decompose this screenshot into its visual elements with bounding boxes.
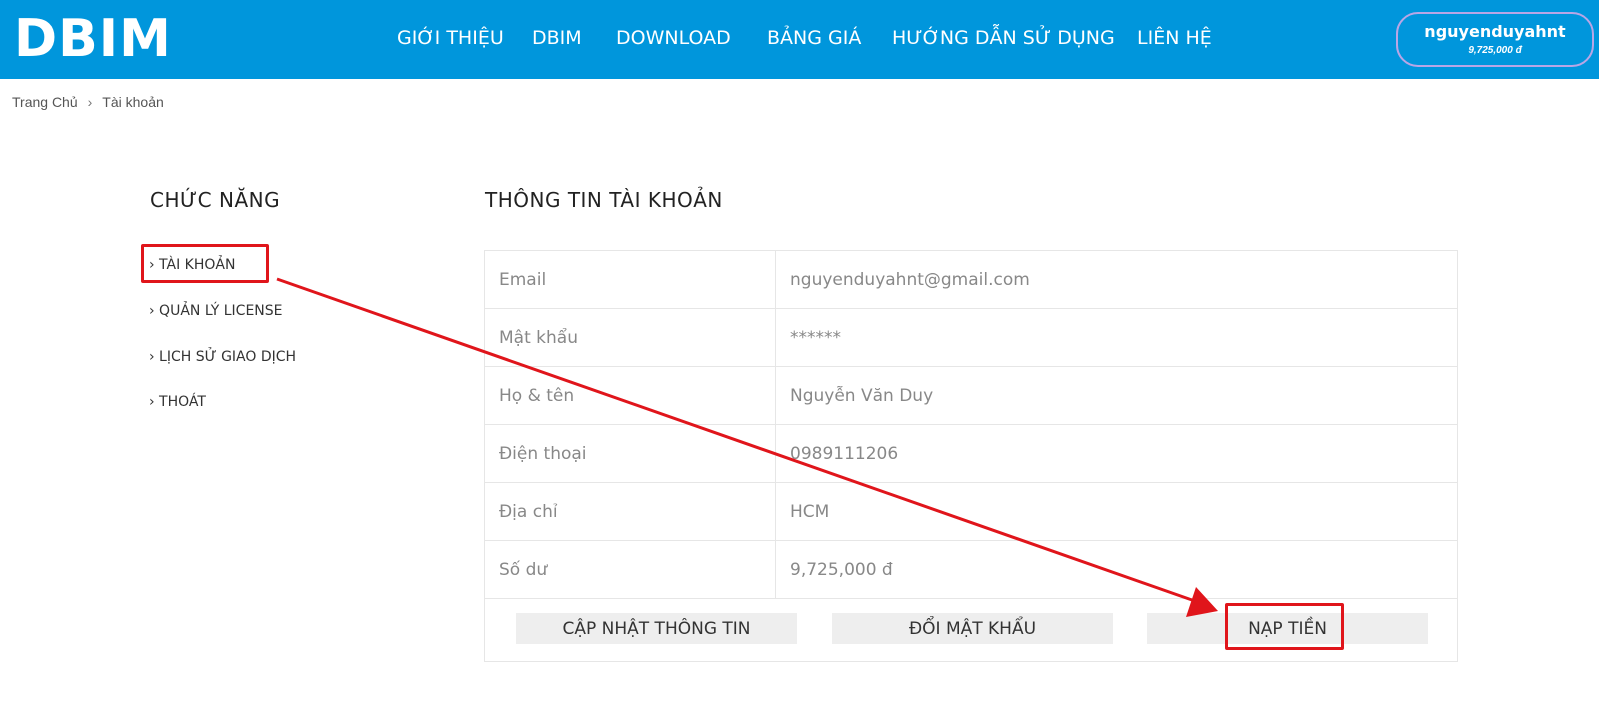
annotation-arrow-icon [276,277,1218,617]
